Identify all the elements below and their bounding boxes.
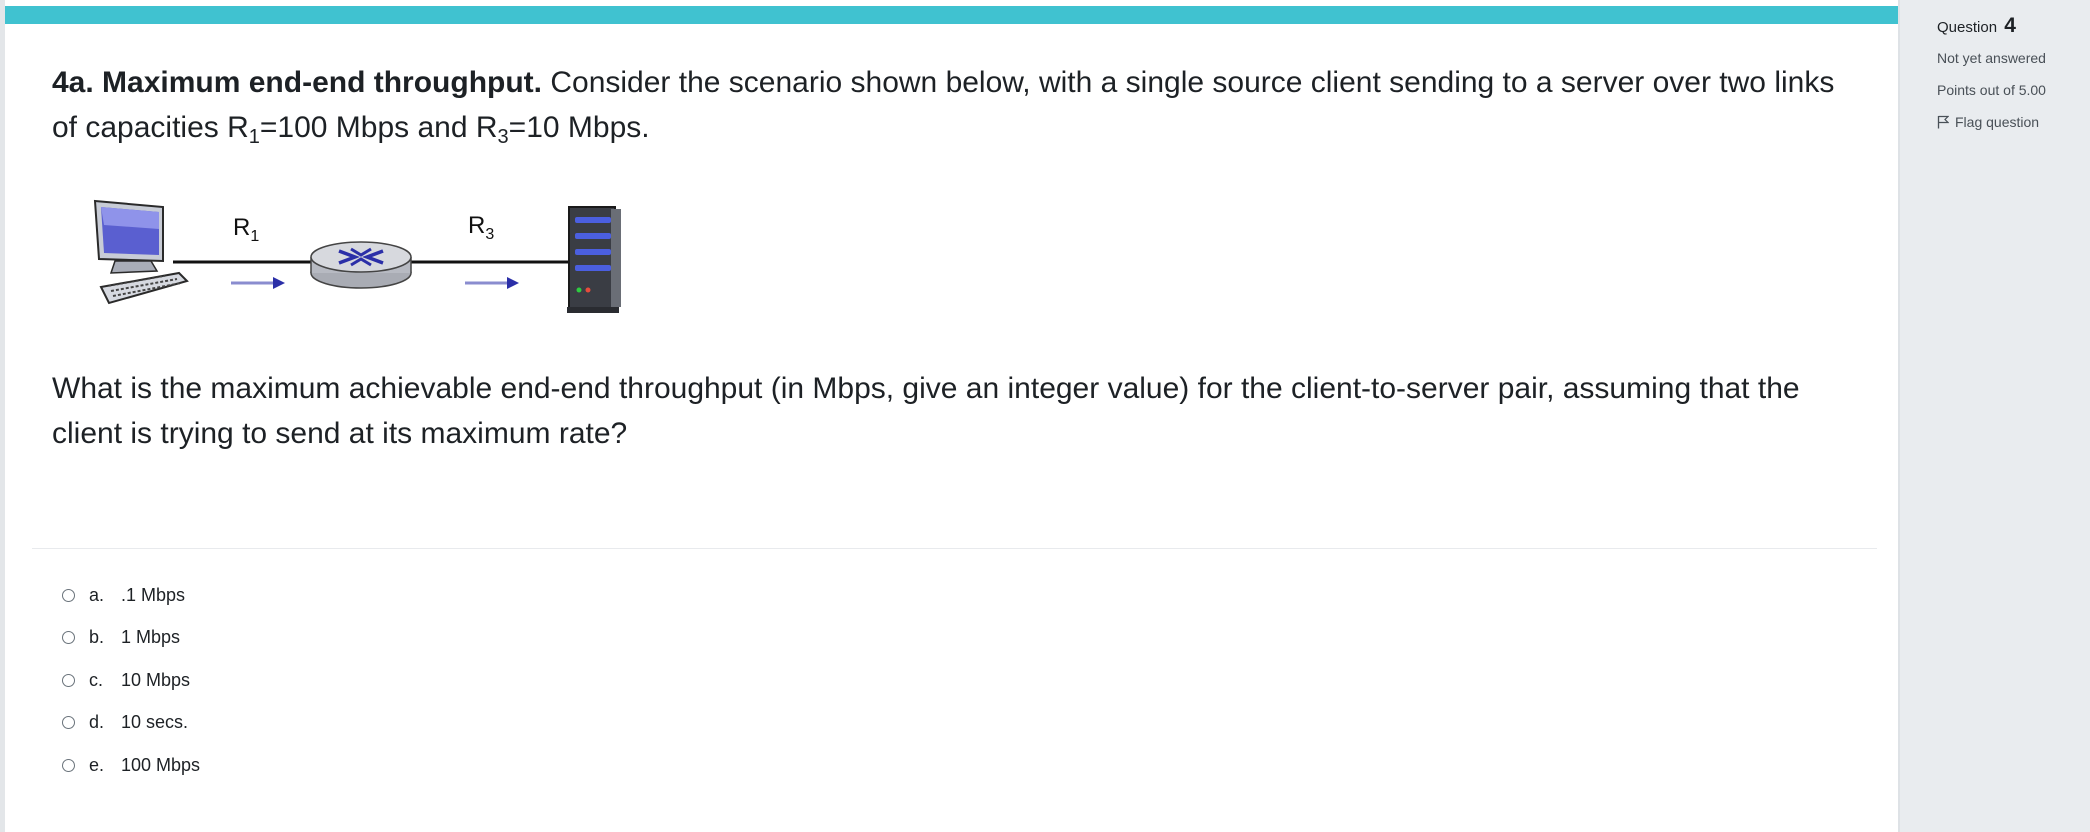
option-c[interactable]: c. 10 Mbps xyxy=(62,659,200,702)
question-content-panel: 4a. Maximum end-end throughput. Consider… xyxy=(5,0,1898,832)
option-b[interactable]: b. 1 Mbps xyxy=(62,617,200,660)
question-label: Question xyxy=(1937,19,1998,36)
radio-button-icon[interactable] xyxy=(62,673,75,687)
option-d[interactable]: d. 10 secs. xyxy=(62,702,200,745)
answer-options: a. .1 Mbps b. 1 Mbps c. 10 Mbps d. 10 se… xyxy=(62,574,200,787)
divider xyxy=(32,548,1877,549)
question-number-label: Question 4 xyxy=(1937,14,2016,38)
desktop-computer-icon xyxy=(93,199,189,305)
option-letter: a. xyxy=(89,584,105,605)
points-info: Points out of 5.00 xyxy=(1937,82,2046,98)
link-1-label: R1 xyxy=(233,214,259,245)
option-letter: e. xyxy=(89,754,105,775)
option-letter: c. xyxy=(89,669,104,690)
server-tower-icon xyxy=(567,206,621,313)
question-header-bar xyxy=(5,6,1898,24)
answer-status: Not yet answered xyxy=(1937,50,2046,66)
question-title: 4a. Maximum end-end throughput. xyxy=(52,66,543,99)
r3-subscript: 3 xyxy=(497,126,509,148)
option-text[interactable]: 10 secs. xyxy=(121,712,188,733)
link-2-label: R3 xyxy=(468,212,494,243)
option-text[interactable]: 1 Mbps xyxy=(121,627,180,648)
question-prompt: What is the maximum achievable end-end t… xyxy=(52,372,1800,450)
router-icon xyxy=(310,241,412,289)
r1-subscript: 1 xyxy=(248,126,260,148)
option-text[interactable]: .1 Mbps xyxy=(121,585,185,606)
flag-question-button[interactable]: Flag question xyxy=(1937,114,2039,130)
option-letter: d. xyxy=(89,712,105,733)
option-e[interactable]: e. 100 Mbps xyxy=(62,744,200,787)
radio-button-icon[interactable] xyxy=(62,631,75,645)
radio-button-icon[interactable] xyxy=(62,588,75,602)
flag-outline-icon xyxy=(1937,115,1949,129)
stem-text-3: =10 Mbps. xyxy=(508,111,650,144)
option-a[interactable]: a. .1 Mbps xyxy=(62,574,200,617)
option-text[interactable]: 10 Mbps xyxy=(121,670,190,691)
question-info-sidebar: Question 4 Not yet answered Points out o… xyxy=(1898,0,2090,832)
flag-question-label[interactable]: Flag question xyxy=(1955,114,2039,130)
question-number: 4 xyxy=(2004,14,2016,37)
arrow-right-icon xyxy=(465,277,519,289)
radio-button-icon[interactable] xyxy=(62,716,75,730)
arrow-right-icon xyxy=(231,277,285,289)
option-letter: b. xyxy=(89,627,105,648)
network-diagram: R1 R3 xyxy=(93,199,621,313)
option-text[interactable]: 100 Mbps xyxy=(121,755,200,776)
question-stem: 4a. Maximum end-end throughput. Consider… xyxy=(52,60,1852,150)
radio-button-icon[interactable] xyxy=(62,758,75,772)
stem-text-2: =100 Mbps and R xyxy=(259,111,498,144)
